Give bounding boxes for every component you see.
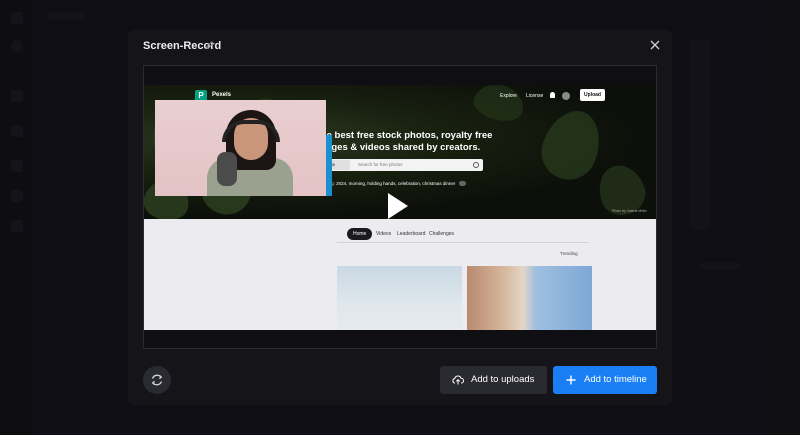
add-to-timeline-button[interactable]: Add to timeline: [553, 366, 657, 394]
nav-license: License: [526, 93, 544, 99]
pexels-brand: Pexels: [212, 92, 232, 98]
avatar: [562, 92, 570, 100]
plus-icon: [566, 375, 576, 385]
nav-explore: Explore: [500, 93, 517, 99]
pexels-content: Home Videos Leaderboard Challenges Trend…: [144, 219, 656, 330]
refresh-icon: [151, 374, 163, 386]
pexels-upload-button: Upload: [580, 89, 605, 101]
trending-row: Trending: 2024, morning, holding hands, …: [316, 181, 466, 187]
add-to-uploads-label: Add to uploads: [471, 374, 535, 385]
tab-leaderboard: Leaderboard: [397, 231, 426, 237]
add-to-uploads-button[interactable]: Add to uploads: [440, 366, 547, 394]
pexels-search-bar: Photos Search for free photos: [316, 159, 483, 171]
photo-credit: Photo by Valeria Miller: [612, 209, 647, 213]
video-preview: P Pexels Explore License Upload The best…: [143, 65, 657, 349]
more-icon: [458, 181, 466, 187]
microphone-shape: [217, 152, 237, 186]
webcam-overlay: [155, 100, 326, 196]
replace-button[interactable]: [143, 366, 171, 394]
divider: [337, 242, 589, 243]
leaf-shape: [470, 85, 528, 126]
video-frame[interactable]: P Pexels Explore License Upload The best…: [144, 85, 656, 330]
close-icon[interactable]: [648, 38, 662, 52]
play-icon[interactable]: [388, 193, 408, 219]
sort-dropdown: Trending: [560, 251, 578, 256]
photo-tile: [337, 266, 462, 330]
screen-record-modal: Screen-Record P Pexels Explore License U…: [128, 30, 672, 405]
cloud-upload-icon: [452, 375, 464, 385]
search-placeholder: Search for free photos: [358, 162, 403, 167]
leaf-shape: [533, 102, 610, 188]
pexels-headline: The best free stock photos, royalty free…: [315, 130, 493, 153]
tab-home: Home: [347, 228, 373, 240]
trending-items: 2024, morning, holding hands, celebratio…: [336, 181, 456, 186]
pencil-icon[interactable]: [205, 40, 215, 50]
webcam-edge: [326, 135, 332, 196]
add-to-timeline-label: Add to timeline: [584, 374, 647, 385]
photo-tile: [467, 266, 592, 330]
tab-challenges: Challenges: [429, 231, 455, 237]
tab-videos: Videos: [376, 231, 392, 237]
search-icon: [473, 162, 479, 168]
bell-icon: [550, 92, 555, 98]
